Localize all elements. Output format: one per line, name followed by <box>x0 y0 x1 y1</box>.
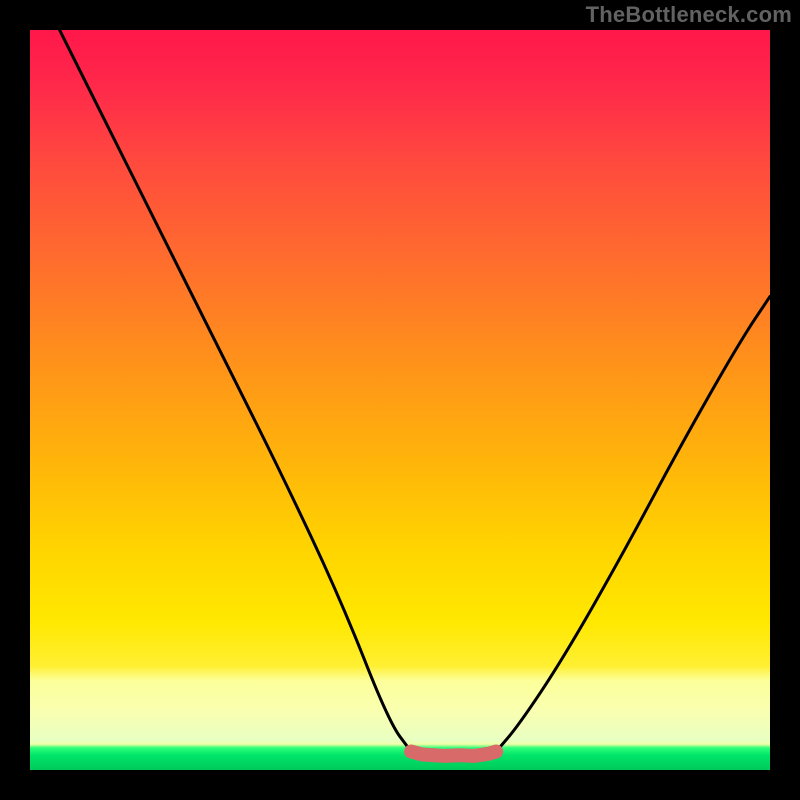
right-curve <box>496 296 770 751</box>
watermark-text: TheBottleneck.com <box>586 2 792 28</box>
curve-overlay <box>30 30 770 770</box>
left-curve <box>60 30 412 752</box>
plateau-segment <box>411 752 496 756</box>
plot-area <box>30 30 770 770</box>
chart-frame: TheBottleneck.com <box>0 0 800 800</box>
